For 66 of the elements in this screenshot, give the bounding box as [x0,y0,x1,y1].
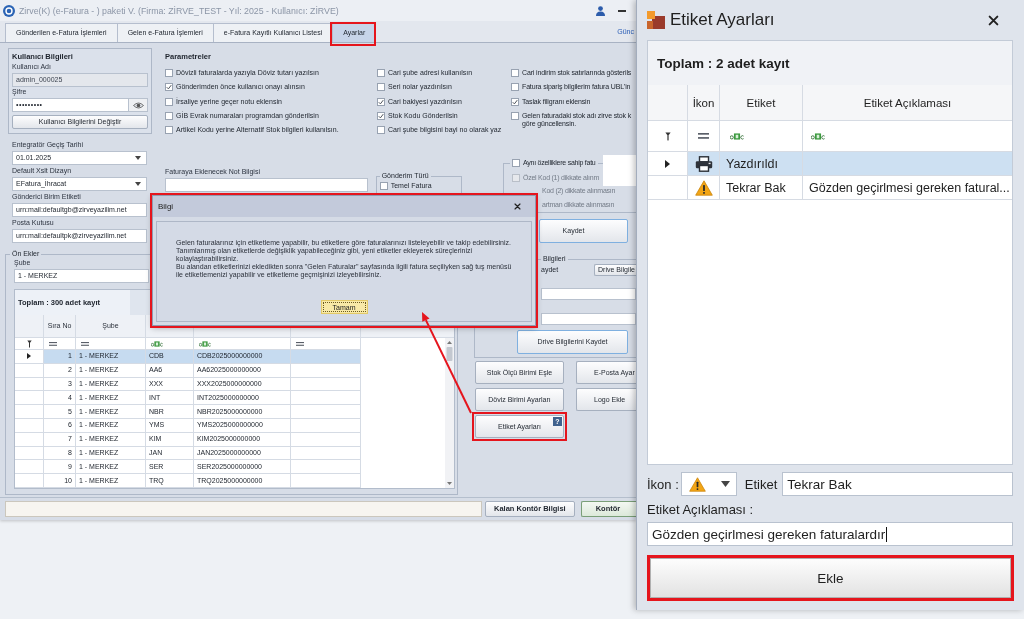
input-field[interactable] [541,313,636,325]
table-cell: Tekrar Bak [720,176,803,200]
checkbox[interactable] [165,111,173,120]
minimize-icon[interactable] [618,9,626,12]
window-title: Zirve(K) (e-Fatura - ) paketi V. (Firma: ZİRVE_TEST - Yıl: 2025 - Kullanıcı: ZİRVE) [19,5,339,16]
record-count: Toplam : 2 adet kayıt [657,55,790,71]
user-icon[interactable] [596,5,605,16]
text-area[interactable] [165,178,368,192]
close-icon[interactable] [988,14,999,26]
checkbox[interactable] [165,83,173,92]
checkbox[interactable] [377,97,385,106]
equals-icon [81,341,89,346]
column-header[interactable]: İkon [688,85,720,121]
equals-icon [49,341,57,346]
pin-icon [664,131,671,141]
checkbox[interactable] [377,69,385,77]
table-cell: Gözden geçirlmesi gereken fatural... [803,176,1012,200]
checkbox[interactable] [377,126,385,135]
app-logo-icon [3,4,15,17]
dialog-title: Bilgi [158,202,174,211]
checkbox[interactable] [377,111,385,120]
dialog-title: Etiket Ayarları [670,10,775,30]
input-field[interactable]: Gözden geçirlmesi gereken faturalardır [647,522,1013,546]
vertical-scrollbar[interactable] [445,338,454,488]
checkbox[interactable] [512,159,520,167]
show-password-button[interactable] [129,98,148,112]
table-cell: Yazdırıldı [720,152,803,176]
abc-icon [811,132,825,140]
checkbox[interactable] [377,83,385,92]
input-field[interactable]: Tekrar Bak [782,472,1013,496]
add-button[interactable]: Ekle [650,558,1011,598]
checkbox[interactable] [511,97,519,106]
equals-icon [698,133,709,139]
checkbox[interactable] [511,111,519,120]
window-icon [647,11,665,29]
warning-icon [688,476,706,492]
printer-icon [694,155,713,172]
checkbox[interactable] [379,182,388,190]
checkbox[interactable] [165,69,173,77]
checkbox[interactable] [165,126,173,135]
column-header[interactable]: Etiket Açıklaması [803,85,1012,121]
checkbox[interactable] [511,83,519,92]
field-label: Etiket [744,476,778,492]
caret-right-icon [665,159,670,168]
checkbox[interactable] [165,97,173,106]
caret-down-icon [135,182,141,186]
field-label: İkon : [647,476,679,492]
abc-icon [151,340,163,347]
table-row[interactable]: Yazdırıldı [648,152,1012,176]
eye-icon [132,101,144,109]
abc-icon [199,340,211,347]
field-label: Etiket Açıklaması : [647,503,754,517]
warning-icon [694,179,713,196]
caret-down-icon [135,156,141,160]
caret-right-icon [27,353,31,360]
column-header[interactable]: Etiket [720,85,803,121]
icon-dropdown[interactable] [680,472,737,496]
abc-icon [730,132,744,140]
checkbox[interactable] [511,69,519,77]
pin-icon [26,339,32,348]
blank-panel [603,155,636,186]
input-field[interactable] [541,288,636,300]
table-row[interactable]: Tekrar Bak Gözden geçirlmesi gereken fatural... [648,176,1012,200]
caret-down-icon [720,481,730,487]
equals-icon [296,341,304,346]
close-icon[interactable] [514,203,521,210]
